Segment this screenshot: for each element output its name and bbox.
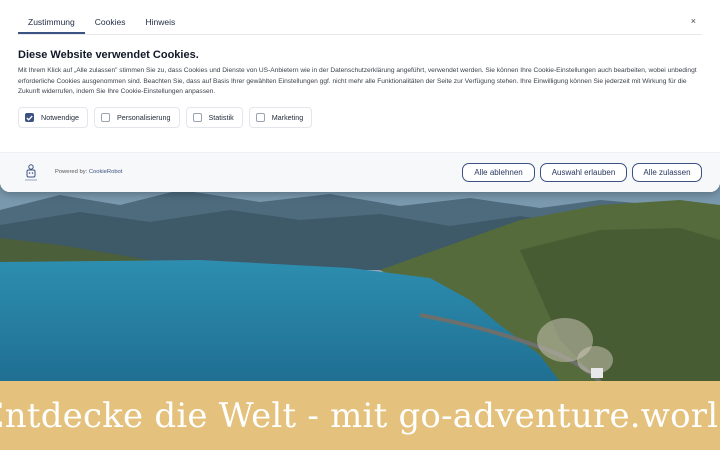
cookierobot-link[interactable]: CookieRobot [89, 169, 123, 175]
checkbox-marketing[interactable]: Marketing [248, 107, 313, 128]
tab-hinweis[interactable]: Hinweis [135, 10, 185, 34]
promo-banner: Entdecke die Welt - mit go-adventure.wor… [0, 381, 720, 450]
checkbox-personalisierung[interactable]: Personalisierung [93, 107, 180, 128]
banner-headline: Entdecke die Welt - mit go-adventure.wor… [0, 395, 720, 436]
close-icon[interactable]: × [691, 16, 696, 26]
allow-selection-button[interactable]: Auswahl erlauben [540, 163, 627, 182]
checkbox-unchecked-icon[interactable] [192, 113, 202, 122]
powered-by-text: Powered by: CookieRobot [55, 169, 122, 175]
tab-cookies[interactable]: Cookies [85, 10, 136, 34]
checkbox-checked-icon[interactable] [25, 113, 34, 122]
tab-zustimmung[interactable]: Zustimmung [18, 10, 85, 34]
allow-all-button[interactable]: Alle zulassen [632, 163, 702, 182]
tab-bar: Zustimmung Cookies Hinweis [18, 10, 702, 35]
checkbox-label: Notwendige [41, 113, 79, 122]
checkbox-label: Statistik [208, 113, 234, 122]
dialog-footer: Powered by: CookieRobot Alle ablehnen Au… [0, 152, 720, 192]
checkbox-notwendige[interactable]: Notwendige [18, 107, 88, 128]
reject-all-button[interactable]: Alle ablehnen [462, 163, 535, 182]
checkbox-label: Personalisierung [116, 113, 171, 122]
checkbox-statistik[interactable]: Statistik [185, 107, 243, 128]
checkbox-unchecked-icon[interactable] [255, 113, 265, 122]
cookierobot-logo-icon [22, 163, 40, 188]
powered-by-prefix: Powered by: [55, 169, 88, 175]
checkbox-unchecked-icon[interactable] [100, 113, 110, 122]
cookie-consent-dialog: Zustimmung Cookies Hinweis × Diese Websi… [0, 0, 720, 192]
dialog-title: Diese Website verwendet Cookies. [18, 49, 199, 61]
checkbox-label: Marketing [271, 113, 304, 122]
dialog-description: Mit Ihrem Klick auf „Alle zulassen" stim… [18, 67, 697, 96]
consent-checkbox-group: Notwendige Personalisierung Statistik Ma… [18, 107, 313, 128]
